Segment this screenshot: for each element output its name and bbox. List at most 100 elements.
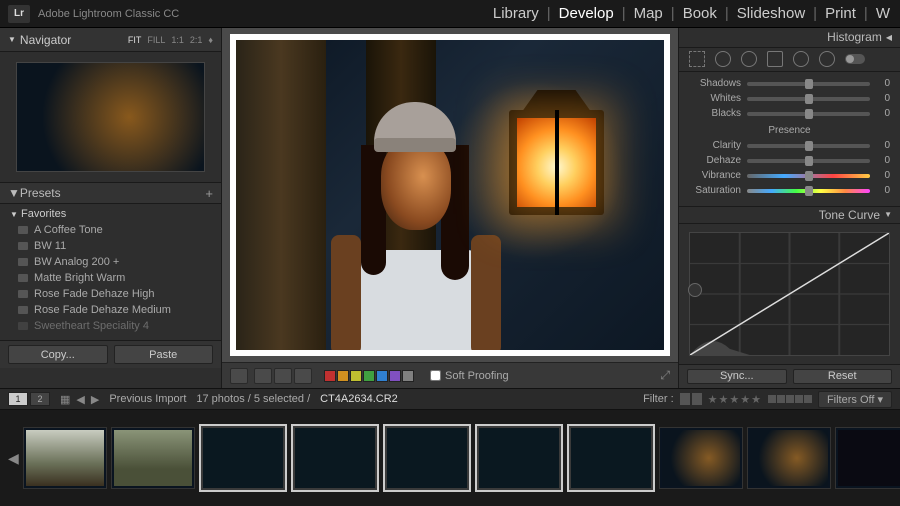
swatch-blue[interactable] [376,370,388,382]
filmstrip-thumb[interactable] [111,427,195,489]
redeye-tool-icon[interactable] [741,51,757,67]
label-filter-yellow[interactable] [777,395,785,403]
filmstrip[interactable]: ◀ ▶ [0,410,900,506]
swatch-purple[interactable] [389,370,401,382]
whites-slider[interactable] [747,97,870,101]
presets-header[interactable]: ▼ Presets + [0,182,221,204]
preset-item[interactable]: Rose Fade Dehaze Medium [10,302,211,318]
paste-button[interactable]: Paste [114,345,214,364]
right-panel: Histogram ◀ Shadows0 Whites0 Blacks0 Pre… [678,28,900,388]
graduated-filter-icon[interactable] [767,51,783,67]
targeted-adjust-icon[interactable] [688,283,702,297]
label-filter-blue[interactable] [795,395,803,403]
shadows-slider[interactable] [747,82,870,86]
blacks-value: 0 [876,108,890,119]
preset-item[interactable]: A Coffee Tone [10,222,211,238]
filmstrip-thumb[interactable] [747,427,831,489]
loupe-view-button[interactable] [230,368,248,384]
swatch-yellow[interactable] [350,370,362,382]
dehaze-slider[interactable] [747,159,870,163]
fullscreen-icon[interactable]: ⤢ [660,368,670,383]
preset-item[interactable]: BW 11 [10,238,211,254]
radial-filter-icon[interactable] [793,51,809,67]
source-label[interactable]: Previous Import [109,393,186,405]
adjustment-brush-icon[interactable] [819,51,835,67]
display-1-tab[interactable]: 1 [8,392,28,406]
grid-view-icon[interactable]: ▦ [60,393,70,406]
filters-off-dropdown[interactable]: Filters Off ▾ [818,391,892,408]
filmstrip-left-arrow[interactable]: ◀ [8,450,19,467]
swatch-gray[interactable] [402,370,414,382]
filmstrip-thumb[interactable] [23,427,107,489]
module-print[interactable]: Print [823,5,858,22]
zoom-2to1[interactable]: 2:1 [190,35,203,45]
flag-pick-icon[interactable] [680,393,690,405]
navigator-header[interactable]: ▼ Navigator FIT FILL 1:1 2:1 ♦ [0,28,221,52]
histogram-header[interactable]: Histogram ◀ [679,28,900,48]
display-2-tab[interactable]: 2 [30,392,50,406]
swatch-orange[interactable] [337,370,349,382]
before-after-tb-button[interactable] [274,368,292,384]
navigator-thumbnail[interactable] [16,62,205,172]
swatch-red[interactable] [324,370,336,382]
app-logo: Lr [8,5,30,23]
disclosure-triangle-icon: ▼ [10,210,18,219]
sync-button[interactable]: Sync... [687,369,787,384]
filmstrip-thumb[interactable] [383,424,471,492]
soft-proofing-toggle[interactable]: Soft Proofing [430,370,509,382]
module-map[interactable]: Map [632,5,665,22]
filmstrip-thumb[interactable] [567,424,655,492]
back-icon[interactable]: ◀ [76,393,84,406]
module-develop[interactable]: Develop [557,5,616,22]
forward-icon[interactable]: ▶ [91,393,99,406]
rating-filter[interactable]: ★★★★★ [708,393,762,406]
add-preset-icon[interactable]: + [205,186,213,201]
preset-item[interactable]: Sweetheart Speciality 4 [10,318,211,334]
filmstrip-thumb[interactable] [291,424,379,492]
module-slideshow[interactable]: Slideshow [735,5,807,22]
zoom-1to1[interactable]: 1:1 [171,35,184,45]
swatch-green[interactable] [363,370,375,382]
filmstrip-thumb[interactable] [659,427,743,489]
blacks-slider[interactable] [747,112,870,116]
current-filename: CT4A2634.CR2 [320,393,398,405]
vibrance-slider[interactable] [747,174,870,178]
spot-removal-icon[interactable] [715,51,731,67]
tone-curve-header[interactable]: Tone Curve ▼ [679,207,900,223]
reset-button[interactable]: Reset [793,369,893,384]
label-filter-red[interactable] [768,395,776,403]
copy-button[interactable]: Copy... [8,345,108,364]
preset-item[interactable]: BW Analog 200 + [10,254,211,270]
soft-proofing-checkbox[interactable] [430,370,441,381]
whites-value: 0 [876,93,890,104]
module-library[interactable]: Library [491,5,541,22]
zoom-fit[interactable]: FIT [128,35,142,45]
image-canvas[interactable] [222,28,678,362]
filmstrip-thumb[interactable] [835,427,900,489]
right-panel-buttons: Sync... Reset [679,364,900,388]
module-book[interactable]: Book [681,5,719,22]
preset-item[interactable]: Matte Bright Warm [10,270,211,286]
before-after-split-button[interactable] [294,368,312,384]
navigator-zoom-options: FIT FILL 1:1 2:1 ♦ [128,35,213,45]
label-filter-purple[interactable] [804,395,812,403]
preset-list: A Coffee Tone BW 11 BW Analog 200 + Matt… [0,222,221,340]
zoom-menu-icon[interactable]: ♦ [208,35,213,45]
filmstrip-thumb[interactable] [199,424,287,492]
preset-group-favorites[interactable]: ▼ Favorites [0,204,221,222]
preset-item[interactable]: Rose Fade Dehaze High [10,286,211,302]
clarity-slider[interactable] [747,144,870,148]
zoom-fill[interactable]: FILL [147,35,165,45]
tone-curve-graph[interactable] [689,232,890,356]
flag-reject-icon[interactable] [692,393,702,405]
module-web[interactable]: W [874,5,892,22]
saturation-slider[interactable] [747,189,870,193]
filmstrip-thumb[interactable] [475,424,563,492]
label-filter-green[interactable] [786,395,794,403]
dehaze-label: Dehaze [689,155,741,166]
photo-count: 17 photos / 5 selected / [196,393,310,405]
before-after-lr-button[interactable] [254,368,272,384]
panel-switch-icon[interactable] [845,54,865,64]
crop-tool-icon[interactable] [689,51,705,67]
left-panel-buttons: Copy... Paste [0,340,221,368]
